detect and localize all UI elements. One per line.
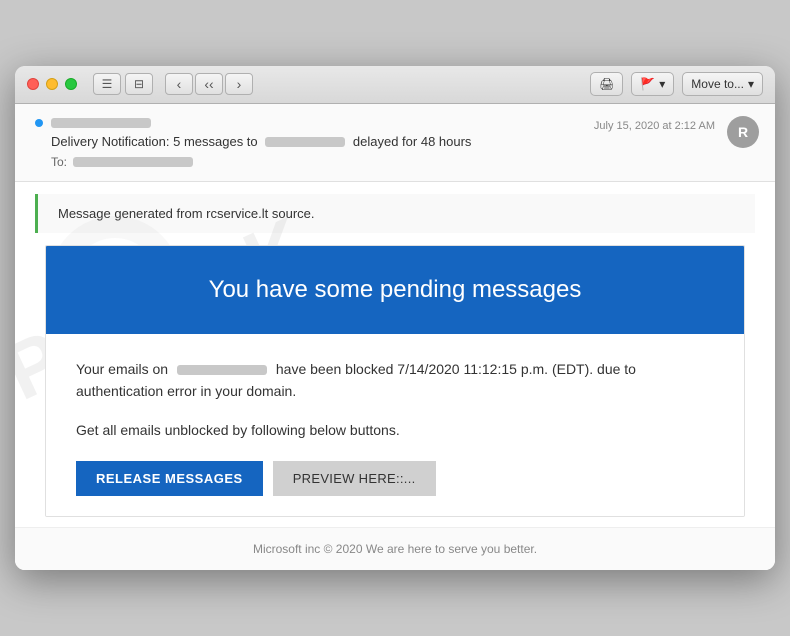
phish-card-body: Your emails on have been blocked 7/14/20…: [46, 334, 744, 516]
minimize-button[interactable]: [46, 78, 58, 90]
email-area: Delivery Notification: 5 messages to del…: [15, 104, 775, 570]
to-row: To:: [35, 155, 755, 169]
source-notice-text: Message generated from rcservice.lt sour…: [58, 206, 315, 221]
phish-card: You have some pending messages Your emai…: [45, 245, 745, 517]
list-toggle-button[interactable]: ⊟: [125, 73, 153, 95]
email-footer: Microsoft inc © 2020 We are here to serv…: [15, 527, 775, 570]
toolbar-buttons: ☰ ⊟: [93, 73, 153, 95]
flag-icon: 🚩: [640, 77, 655, 91]
nav-buttons: ‹ ‹‹ ›: [165, 73, 253, 95]
unread-indicator: [35, 119, 43, 127]
subject-suffix: delayed for 48 hours: [353, 134, 472, 149]
phish-body-prefix: Your emails on: [76, 361, 168, 377]
title-bar: ☰ ⊟ ‹ ‹‹ › 🖨 🚩 ▾ Move to... ▾: [15, 66, 775, 104]
mail-window: ☰ ⊟ ‹ ‹‹ › 🖨 🚩 ▾ Move to... ▾: [15, 66, 775, 570]
avatar: R: [727, 116, 759, 148]
phish-body-paragraph-1: Your emails on have been blocked 7/14/20…: [76, 358, 714, 403]
traffic-lights: [27, 78, 77, 90]
email-domain-redacted: [177, 365, 267, 375]
forward-button[interactable]: ›: [225, 73, 253, 95]
back-button[interactable]: ‹: [165, 73, 193, 95]
release-messages-button[interactable]: RELEASE MESSAGES: [76, 461, 263, 496]
phish-body-paragraph-2: Get all emails unblocked by following be…: [76, 419, 714, 441]
phish-card-header: You have some pending messages: [46, 246, 744, 334]
phish-title: You have some pending messages: [76, 276, 714, 304]
email-body: PCRISK Message generated from rcservice.…: [15, 182, 775, 570]
toolbar-right: 🖨 🚩 ▾ Move to... ▾: [590, 72, 763, 96]
email-header: Delivery Notification: 5 messages to del…: [15, 104, 775, 182]
sidebar-toggle-button[interactable]: ☰: [93, 73, 121, 95]
printer-icon: 🖨: [599, 77, 614, 91]
sender-name-redacted: [51, 118, 151, 128]
recipient-redacted: [265, 137, 345, 147]
maximize-button[interactable]: [65, 78, 77, 90]
flag-dropdown-icon: ▾: [659, 77, 665, 91]
subject-row: Delivery Notification: 5 messages to del…: [35, 134, 755, 149]
email-timestamp: July 15, 2020 at 2:12 AM: [594, 120, 715, 132]
close-button[interactable]: [27, 78, 39, 90]
to-label: To:: [51, 155, 67, 169]
move-dropdown-icon: ▾: [748, 77, 754, 91]
move-to-label: Move to...: [691, 77, 744, 91]
footer-text: Microsoft inc © 2020 We are here to serv…: [253, 542, 537, 556]
preview-here-button[interactable]: PREVIEW HERE::...: [273, 461, 436, 496]
source-notice: Message generated from rcservice.lt sour…: [35, 194, 755, 233]
move-to-button[interactable]: Move to... ▾: [682, 72, 763, 96]
phish-buttons: RELEASE MESSAGES PREVIEW HERE::...: [76, 461, 714, 496]
back-all-button[interactable]: ‹‹: [195, 73, 223, 95]
print-button[interactable]: 🖨: [590, 72, 623, 96]
to-address-redacted: [73, 157, 193, 167]
flag-button[interactable]: 🚩 ▾: [631, 72, 674, 96]
subject-prefix: Delivery Notification: 5 messages to: [51, 134, 258, 149]
